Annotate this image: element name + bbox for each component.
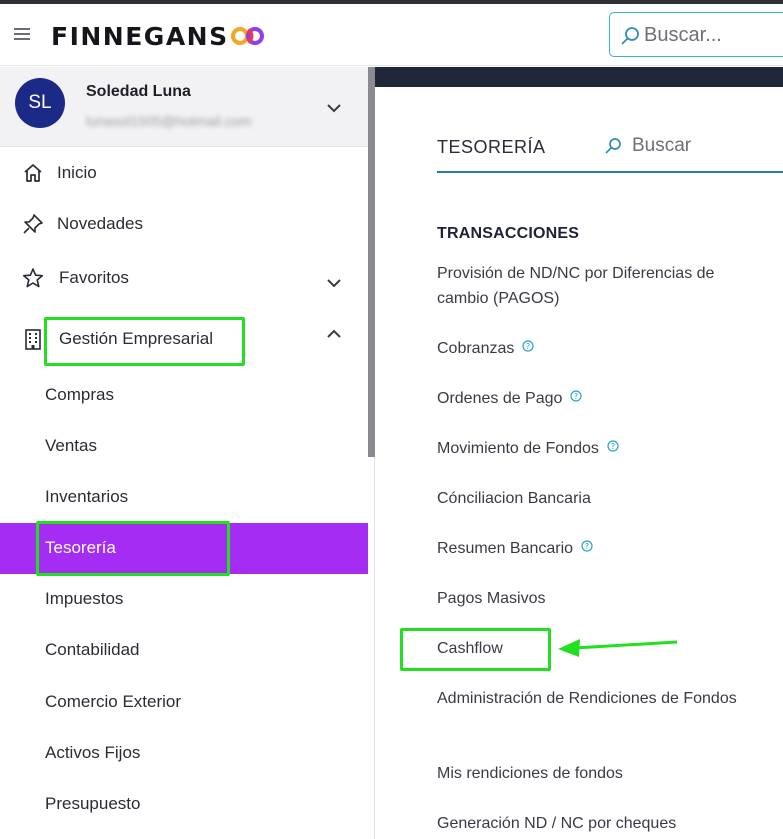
link-pagos-masivos[interactable]: Pagos Masivos [437, 586, 737, 611]
sidebar-item-inicio[interactable]: Inicio [0, 149, 368, 199]
sidebar-subitem-contabilidad[interactable]: Contabilidad [0, 625, 368, 676]
sidebar-subitem-impuestos[interactable]: Impuestos [0, 574, 368, 625]
sidebar-subitem-comercio-exterior[interactable]: Comercio Exterior [0, 677, 368, 728]
sidebar-subitem-label: Contabilidad [45, 640, 140, 659]
top-bar: FINNEGANS Buscar... [0, 4, 783, 66]
sidebar: SL Soledad Luna lunasol1505@hotmail.com … [0, 67, 375, 839]
link-label: Cobranzas [437, 340, 515, 357]
annotation-arrow-icon [558, 639, 678, 657]
sidebar-subitem-tesoreria[interactable]: Tesorería [0, 523, 368, 574]
home-icon [24, 164, 42, 182]
user-profile[interactable]: SL Soledad Luna lunasol1505@hotmail.com [0, 67, 368, 147]
link-label: Administración de Rendiciones de Fondos [437, 690, 737, 707]
sidebar-subitem-label: Presupuesto [45, 794, 141, 813]
sidebar-subitem-label: Activos Fijos [45, 743, 141, 762]
sidebar-subitem-label: Inventarios [45, 487, 129, 506]
link-label: Provisión de ND/NC por Diferencias de ca… [437, 265, 715, 307]
sidebar-item-label: Inicio [57, 163, 97, 182]
sidebar-subitem-compras[interactable]: Compras [0, 370, 368, 421]
user-name: Soledad Luna [86, 83, 191, 100]
search-icon[interactable] [604, 137, 622, 155]
finnegans-logo-icon [231, 27, 264, 45]
svg-text:?: ? [574, 392, 578, 401]
help-icon[interactable]: ? [570, 390, 583, 402]
help-icon[interactable]: ? [607, 440, 619, 452]
content-header-band [375, 67, 783, 87]
help-icon[interactable]: ? [581, 540, 593, 552]
link-cobranzas[interactable]: Cobranzas? [437, 336, 737, 361]
user-email: lunasol1505@hotmail.com [86, 113, 252, 129]
sidebar-item-gestion-empresarial[interactable]: Gestión Empresarial [0, 315, 368, 365]
link-label: Mis rendiciones de fondos [437, 765, 623, 782]
sidebar-subitem-label: Ventas [45, 436, 97, 455]
link-label: Pagos Masivos [437, 590, 546, 607]
section-search-input[interactable]: Buscar [632, 135, 691, 157]
link-administracion-rendiciones[interactable]: Administración de Rendiciones de Fondos [437, 686, 737, 711]
main-content: TESORERÍA Buscar TRANSACCIONES Provisión… [375, 67, 783, 839]
brand-name: FINNEGANS [51, 22, 229, 51]
sidebar-subitem-label: Compras [45, 385, 114, 404]
link-provision-nd-nc[interactable]: Provisión de ND/NC por Diferencias de ca… [437, 261, 737, 311]
pin-icon [23, 214, 43, 234]
star-icon [22, 268, 44, 288]
avatar: SL [15, 78, 65, 128]
chevron-up-icon[interactable] [326, 329, 342, 339]
link-movimiento-de-fondos[interactable]: Movimiento de Fondos? [437, 436, 737, 461]
svg-text:?: ? [585, 542, 589, 551]
link-label: Generación ND / NC por cheques [437, 815, 677, 832]
link-mis-rendiciones[interactable]: Mis rendiciones de fondos [437, 761, 737, 786]
global-search-input[interactable]: Buscar... [609, 12, 783, 57]
link-generacion-nd-nc-cheques[interactable]: Generación ND / NC por cheques [437, 811, 737, 836]
sidebar-subitem-inventarios[interactable]: Inventarios [0, 472, 368, 523]
link-label: Movimiento de Fondos [437, 440, 599, 457]
section-title: TESORERÍA [437, 137, 546, 157]
svg-text:?: ? [526, 342, 530, 351]
link-label: Resumen Bancario [437, 540, 574, 557]
sidebar-item-label: Novedades [57, 214, 144, 233]
sidebar-subitem-ventas[interactable]: Ventas [0, 421, 368, 472]
link-label: Cashflow [437, 640, 503, 657]
help-icon[interactable]: ? [522, 340, 534, 352]
link-ordenes-de-pago[interactable]: Ordenes de Pago? [437, 386, 737, 411]
sidebar-subitem-label: Impuestos [45, 589, 124, 608]
sidebar-item-favoritos[interactable]: Favoritos [0, 254, 368, 304]
search-icon [621, 27, 639, 45]
sidebar-item-label: Favoritos [59, 268, 129, 287]
sidebar-subitem-label: Comercio Exterior [45, 692, 182, 711]
global-search-placeholder: Buscar... [644, 24, 722, 46]
chevron-down-icon[interactable] [326, 278, 342, 288]
building-icon [25, 329, 41, 350]
link-conciliacion-bancaria[interactable]: Cónciliacion Bancaria [437, 486, 737, 511]
sidebar-item-label: Gestión Empresarial [59, 329, 214, 348]
sidebar-subitem-presupuesto[interactable]: Presupuesto [0, 779, 368, 830]
chevron-down-icon[interactable] [326, 103, 342, 113]
svg-text:?: ? [611, 442, 615, 451]
section-divider [437, 171, 783, 173]
group-title: TRANSACCIONES [437, 225, 580, 242]
sidebar-subitem-activos-fijos[interactable]: Activos Fijos [0, 728, 368, 779]
sidebar-subitem-label: Tesorería [45, 538, 116, 557]
sidebar-scrollbar[interactable] [368, 67, 375, 457]
link-resumen-bancario[interactable]: Resumen Bancario? [437, 536, 737, 561]
hamburger-menu-icon[interactable] [14, 28, 30, 40]
link-label: Cónciliacion Bancaria [437, 490, 591, 507]
link-label: Ordenes de Pago [437, 390, 563, 407]
sidebar-item-novedades[interactable]: Novedades [0, 200, 368, 250]
